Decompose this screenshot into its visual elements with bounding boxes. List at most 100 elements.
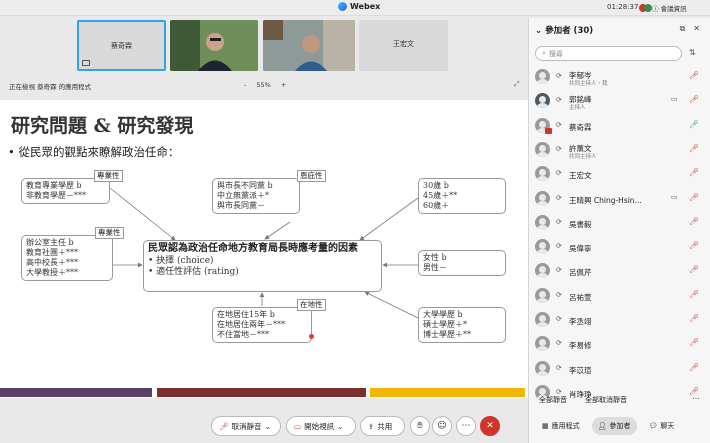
slide-bullet: • 從民眾的觀點來瞭解政治任命： <box>8 145 180 159</box>
participant-row[interactable]: ⟳ 李苡瑄 🎤︎ <box>529 357 710 381</box>
panel-header-icons: ⧉ ✕ <box>680 24 700 34</box>
tab-participants[interactable]: 👤︎ 參加者 <box>591 417 637 435</box>
start-video-button[interactable]: ▭ 開始視訊 ⌄ <box>286 416 356 436</box>
participant-role: 主持人 <box>569 105 586 112</box>
hand-icon: ✋︎ <box>417 421 423 431</box>
mic-muted-icon: 🎤︎ <box>689 95 700 105</box>
video-tile-avatar[interactable]: 王宏文 <box>359 20 448 71</box>
sync-icon: ⟳ <box>556 120 562 129</box>
sync-icon: ⟳ <box>556 363 562 372</box>
participant-role: 共同主持人 <box>569 153 597 160</box>
participant-video <box>170 20 258 71</box>
share-viewing-label: 正在檢視 蔡奇霖 的應用程式 <box>9 83 92 91</box>
more-options-button[interactable]: ⋯ <box>456 416 476 436</box>
mic-muted-icon: 🎤︎ <box>689 71 700 80</box>
zoom-in-button[interactable]: + <box>281 81 286 89</box>
participant-row[interactable]: ⟳ 李易修 🎤︎ <box>529 332 710 356</box>
panel-title: ⌄ 參加者 (30) <box>535 26 594 36</box>
chevron-down-icon[interactable]: ⌄ <box>535 26 545 36</box>
avatar <box>535 214 550 230</box>
mic-muted-icon: 🎤︎ <box>689 289 700 299</box>
arrow <box>364 291 419 319</box>
sync-icon: ⟳ <box>556 144 562 153</box>
participant-row[interactable]: ⟳ 李郁岑 共同主持人・我 🎤︎ <box>529 65 710 89</box>
meeting-info-button[interactable]: ⓘ 會議資訊 <box>652 3 687 13</box>
sync-icon: ⟳ <box>556 290 562 299</box>
mic-muted-icon: 🎤︎ <box>219 421 229 431</box>
label-expertise: 專業性 <box>94 170 123 182</box>
participant-row[interactable]: ⟳ 郭銘峰 主持人 ▭ 🎤︎ <box>529 89 710 113</box>
box-expertise: 教育專業學歷 b 非教育學歷－*** <box>21 178 110 204</box>
mic-muted-icon: 🎤︎ <box>689 216 700 226</box>
tab-chat[interactable]: 💬︎ 聊天 <box>643 417 681 435</box>
camera-off-icon: ▭ <box>294 421 302 431</box>
participant-row[interactable]: ⟳ 吳偉寧 🎤︎ <box>529 235 710 259</box>
meeting-timer: 01:28:37 <box>607 3 639 11</box>
participant-name: 呂佩芹 <box>569 268 592 278</box>
participants-panel: ⌄ 參加者 (30) ⧉ ✕ ⌕ 搜尋 ⇅ ⟳ 李郁岑 共同主持人・我 🎤︎ ⟳ 郭銘峰 主持… <box>528 18 710 443</box>
zoom-out-button[interactable]: - <box>244 81 246 89</box>
avatar <box>535 239 550 255</box>
participant-row[interactable]: ⟳ 王晴興 Ching-Hsin... ▭ 🎤︎ <box>529 187 710 211</box>
sync-icon: ⟳ <box>556 193 562 202</box>
participant-row[interactable]: ⟳ 蔡奇霖 🎤︎ <box>529 114 710 138</box>
panel-more-icon[interactable]: ⋯ <box>692 394 700 403</box>
video-tile-presenter[interactable]: 蔡奇霖 <box>77 20 166 71</box>
search-icon: ⌕ <box>542 49 546 57</box>
more-icon: ⋯ <box>461 421 471 431</box>
mic-muted-icon: 🎤︎ <box>689 265 700 275</box>
chevron-down-icon: ⌄ <box>264 421 271 431</box>
camera-icon: ▭ <box>671 192 678 201</box>
sync-icon: ⟳ <box>556 339 562 348</box>
zoom-level[interactable]: 55% <box>256 81 270 89</box>
participant-row[interactable]: ⟳ 呂祐萱 🎤︎ <box>529 284 710 308</box>
panel-footer: 全部靜音 全部取消靜音 <box>539 395 627 405</box>
box-degree: 大學學歷 b 碩士學歷＋* 博士學歷＋** <box>418 307 506 343</box>
expand-icon[interactable]: ⤢ <box>514 80 520 89</box>
avatar <box>535 93 550 109</box>
mic-muted-icon: 🎤︎ <box>689 143 700 153</box>
pointer-dot <box>309 334 314 339</box>
emoji-icon: ☺ <box>437 421 447 431</box>
popout-icon[interactable]: ⧉ <box>680 24 686 34</box>
participant-name: 王宏文 <box>569 171 592 181</box>
participant-row[interactable]: ⟳ 呂佩芹 🎤︎ <box>529 259 710 283</box>
participant-row[interactable]: ⟳ 李丞翊 🎤︎ <box>529 308 710 332</box>
share-button[interactable]: ⇪ 共用 <box>360 416 405 436</box>
video-tile-camera[interactable] <box>263 20 355 71</box>
person-icon: 👤︎ <box>597 422 607 430</box>
leave-meeting-button[interactable]: ✕ <box>480 416 500 436</box>
participant-search-input[interactable]: ⌕ 搜尋 <box>535 46 682 61</box>
slide-stripe <box>370 388 525 397</box>
arrow <box>264 221 291 240</box>
participant-row[interactable]: ⟳ 吳書毅 🎤︎ <box>529 211 710 235</box>
label-partisan: 恩庇性 <box>297 170 326 182</box>
sync-icon: ⟳ <box>556 72 562 80</box>
participant-name: 李丞翊 <box>569 317 592 326</box>
mic-muted-icon: 🎤︎ <box>689 241 700 251</box>
video-tile-camera[interactable] <box>170 20 258 71</box>
slide-stripe <box>0 388 152 397</box>
mic-muted-icon: 🎤︎ <box>689 338 700 348</box>
webex-logo-icon <box>338 2 347 11</box>
reactions-button[interactable]: ☺ <box>432 416 452 436</box>
share-icon: ⇪ <box>368 421 375 431</box>
unmute-button[interactable]: 🎤︎ 取消靜音 ⌄ <box>211 416 281 436</box>
close-panel-icon[interactable]: ✕ <box>693 24 700 34</box>
mic-muted-icon: 🎤︎ <box>689 168 700 178</box>
sort-icon[interactable]: ⇅ <box>689 48 696 57</box>
chevron-down-icon: ⌄ <box>337 421 344 431</box>
unmute-all-button[interactable]: 全部取消靜音 <box>585 395 627 405</box>
participant-name: 呂祐萱 <box>569 292 592 302</box>
participant-row[interactable]: ⟳ 許薰文 共同主持人 🎤︎ <box>529 138 710 162</box>
tab-apps[interactable]: ▦ 應用程式 <box>536 417 586 435</box>
mic-icon: 🎤︎ <box>689 119 700 129</box>
mic-muted-icon: 🎤︎ <box>689 192 700 202</box>
mute-all-button[interactable]: 全部靜音 <box>539 395 567 405</box>
close-icon: ✕ <box>486 421 494 431</box>
participant-row[interactable]: ⟳ 王宏文 🎤︎ <box>529 162 710 186</box>
info-icon: ⓘ <box>652 5 661 13</box>
sync-icon: ⟳ <box>556 242 562 251</box>
raise-hand-button[interactable]: ✋︎ <box>410 416 430 436</box>
apps-icon: ▦ <box>542 422 549 430</box>
